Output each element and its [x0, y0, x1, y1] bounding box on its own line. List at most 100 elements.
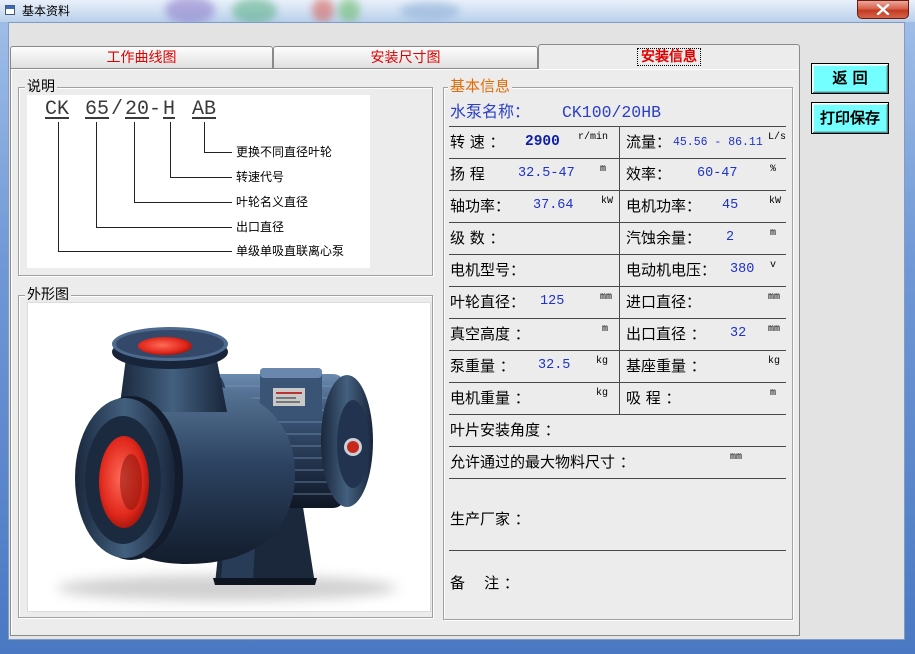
tab-install-info[interactable]: 安装信息 — [538, 44, 800, 69]
motor-voltage-value: 380 — [730, 262, 755, 277]
window-icon — [5, 5, 15, 15]
title-bar-glass-reflection — [338, 0, 360, 22]
max-solid-size-unit: mm — [730, 452, 743, 463]
model-code-speed: H — [163, 98, 176, 121]
max-solid-size-label: 允许通过的最大物料尺寸 ： — [450, 453, 635, 471]
model-code-variant: AB — [192, 98, 217, 121]
tab-work-curve[interactable]: 工作曲线图 — [10, 46, 273, 69]
pump-name-value: CK100/20HB — [562, 103, 662, 122]
head-value: 32.5-47 — [518, 166, 575, 181]
model-code-outlet: 65 — [85, 98, 110, 121]
remarks-label: 备 注 ： — [450, 574, 519, 592]
head-unit: m — [600, 164, 607, 175]
title-bar-glass-reflection — [165, 0, 215, 22]
table-row: 生产厂家 ： — [449, 479, 786, 551]
blade-angle-label: 叶片安装角度 ： — [450, 421, 560, 439]
base-weight-unit: kg — [768, 356, 781, 367]
legend-pump-type: 单级单吸直联离心泵 — [236, 244, 345, 258]
efficiency-label: 效率： — [626, 165, 672, 183]
legend-speed-code: 转速代号 — [236, 170, 285, 184]
legend-impeller-diameter: 叶轮名义直径 — [236, 195, 309, 209]
npsh-unit: m — [770, 228, 777, 239]
motor-weight-label: 电机重量 ： — [450, 389, 530, 407]
shaft-power-label: 轴功率： — [450, 197, 511, 215]
npsh-label: 汽蚀余量： — [626, 229, 702, 247]
model-code-slash: / — [111, 98, 124, 121]
suction-lift-unit: m — [770, 388, 777, 399]
motor-model-label: 电机型号： — [450, 261, 526, 279]
stages-label: 级 数 ： — [450, 229, 505, 247]
table-row: 允许通过的最大物料尺寸 ： mm — [449, 447, 786, 479]
back-button[interactable]: 返 回 — [811, 63, 889, 94]
speed-value: 2900 — [525, 134, 560, 150]
table-row: 叶轮直径： 125 mm 进口直径： mm — [449, 287, 786, 319]
app-window: 基本资料 工作曲线图 安装尺寸图 安装信息 返 回 打印保存 说明 CK 65 … — [0, 0, 915, 654]
speed-unit: r/min — [578, 132, 609, 143]
inlet-diameter-label: 进口直径： — [626, 293, 702, 311]
flow-unit: L/s — [768, 132, 787, 143]
speed-label: 转 速 ： — [450, 133, 505, 151]
vacuum-height-label: 真空高度 ： — [450, 325, 530, 343]
print-save-button[interactable]: 打印保存 — [811, 102, 889, 134]
close-button[interactable] — [857, 0, 909, 19]
outlet-diameter-value: 32 — [730, 326, 747, 341]
appearance-group-title: 外形图 — [25, 287, 71, 303]
vacuum-height-unit: m — [602, 324, 609, 335]
head-label: 扬 程 — [450, 165, 485, 183]
shaft-power-unit: kW — [601, 196, 614, 207]
motor-power-value: 45 — [722, 198, 739, 213]
model-code-impeller: 20 — [125, 98, 150, 121]
model-code-dash: - — [149, 98, 162, 121]
discharge-flange — [112, 327, 228, 369]
outlet-diameter-unit: mm — [768, 324, 781, 335]
tab-install-dimensions[interactable]: 安装尺寸图 — [273, 46, 538, 69]
motor-power-label: 电机功率： — [626, 197, 702, 215]
table-row: 扬 程 32.5-47 m 效率： 60-47 % — [449, 159, 786, 191]
window-title: 基本资料 — [22, 4, 71, 18]
pump-weight-unit: kg — [596, 356, 609, 367]
motor-emblem — [344, 438, 362, 456]
suction-lift-label: 吸 程 ： — [626, 389, 681, 407]
table-row: 电机型号： 电动机电压： 380 v — [449, 255, 786, 287]
table-row: 转 速 ： 2900 r/min 流量： 45.56 - 86.11 L/s — [449, 127, 786, 159]
window-icon-bar — [6, 6, 14, 9]
inlet-diameter-unit: mm — [768, 292, 781, 303]
efficiency-value: 60-47 — [697, 166, 738, 181]
terminal-box — [260, 368, 322, 418]
tab-label: 安装尺寸图 — [370, 50, 441, 66]
table-row: 泵重量 ： 32.5 kg 基座重量 ： kg — [449, 351, 786, 383]
flow-value: 45.56 - 86.11 — [673, 136, 763, 149]
table-row: 级 数 ： 汽蚀余量： 2 m — [449, 223, 786, 255]
table-row: 轴功率： 37.64 kW 电机功率： 45 kW — [449, 191, 786, 223]
impeller-diameter-value: 125 — [540, 294, 565, 309]
manufacturer-label: 生产厂家 ： — [450, 510, 530, 528]
motor-voltage-label: 电动机电压： — [626, 261, 717, 279]
spec-table: 转 速 ： 2900 r/min 流量： 45.56 - 86.11 L/s 扬… — [449, 126, 786, 616]
pump-name-label: 水泵名称： — [450, 102, 531, 121]
pump-weight-label: 泵重量 ： — [450, 357, 515, 375]
motor-voltage-unit: v — [770, 260, 777, 271]
shaft-power-value: 37.64 — [533, 198, 574, 213]
model-code-diagram: CK 65 / 20 - H AB 更换不同直径叶轮 转速代号 叶轮名义直径 出… — [27, 95, 370, 268]
motor-power-unit: kW — [769, 196, 782, 207]
impeller-diameter-label: 叶轮直径： — [450, 293, 526, 311]
table-row: 真空高度 ： m 出口直径 ： 32 mm — [449, 319, 786, 351]
npsh-value: 2 — [726, 230, 735, 245]
legend-impeller-variant: 更换不同直径叶轮 — [236, 145, 333, 159]
motor-weight-unit: kg — [596, 388, 609, 399]
legend-outlet-diameter: 出口直径 — [236, 220, 285, 234]
impeller-diameter-unit: mm — [600, 292, 613, 303]
close-icon — [876, 4, 890, 15]
pump-illustration — [57, 327, 397, 601]
description-group-title: 说明 — [25, 79, 57, 95]
title-bar[interactable]: 基本资料 — [0, 0, 915, 22]
basic-info-group-title: 基本信息 — [448, 77, 513, 95]
model-code-series: CK — [45, 98, 70, 121]
leader-line — [58, 122, 232, 252]
title-bar-glass-reflection — [400, 2, 460, 20]
tab-label: 工作曲线图 — [106, 50, 177, 66]
outlet-diameter-label: 出口直径 ： — [626, 325, 706, 343]
pump-appearance-image — [27, 302, 431, 612]
suction-inlet — [75, 396, 183, 560]
table-row: 电机重量 ： kg 吸 程 ： m — [449, 383, 786, 415]
